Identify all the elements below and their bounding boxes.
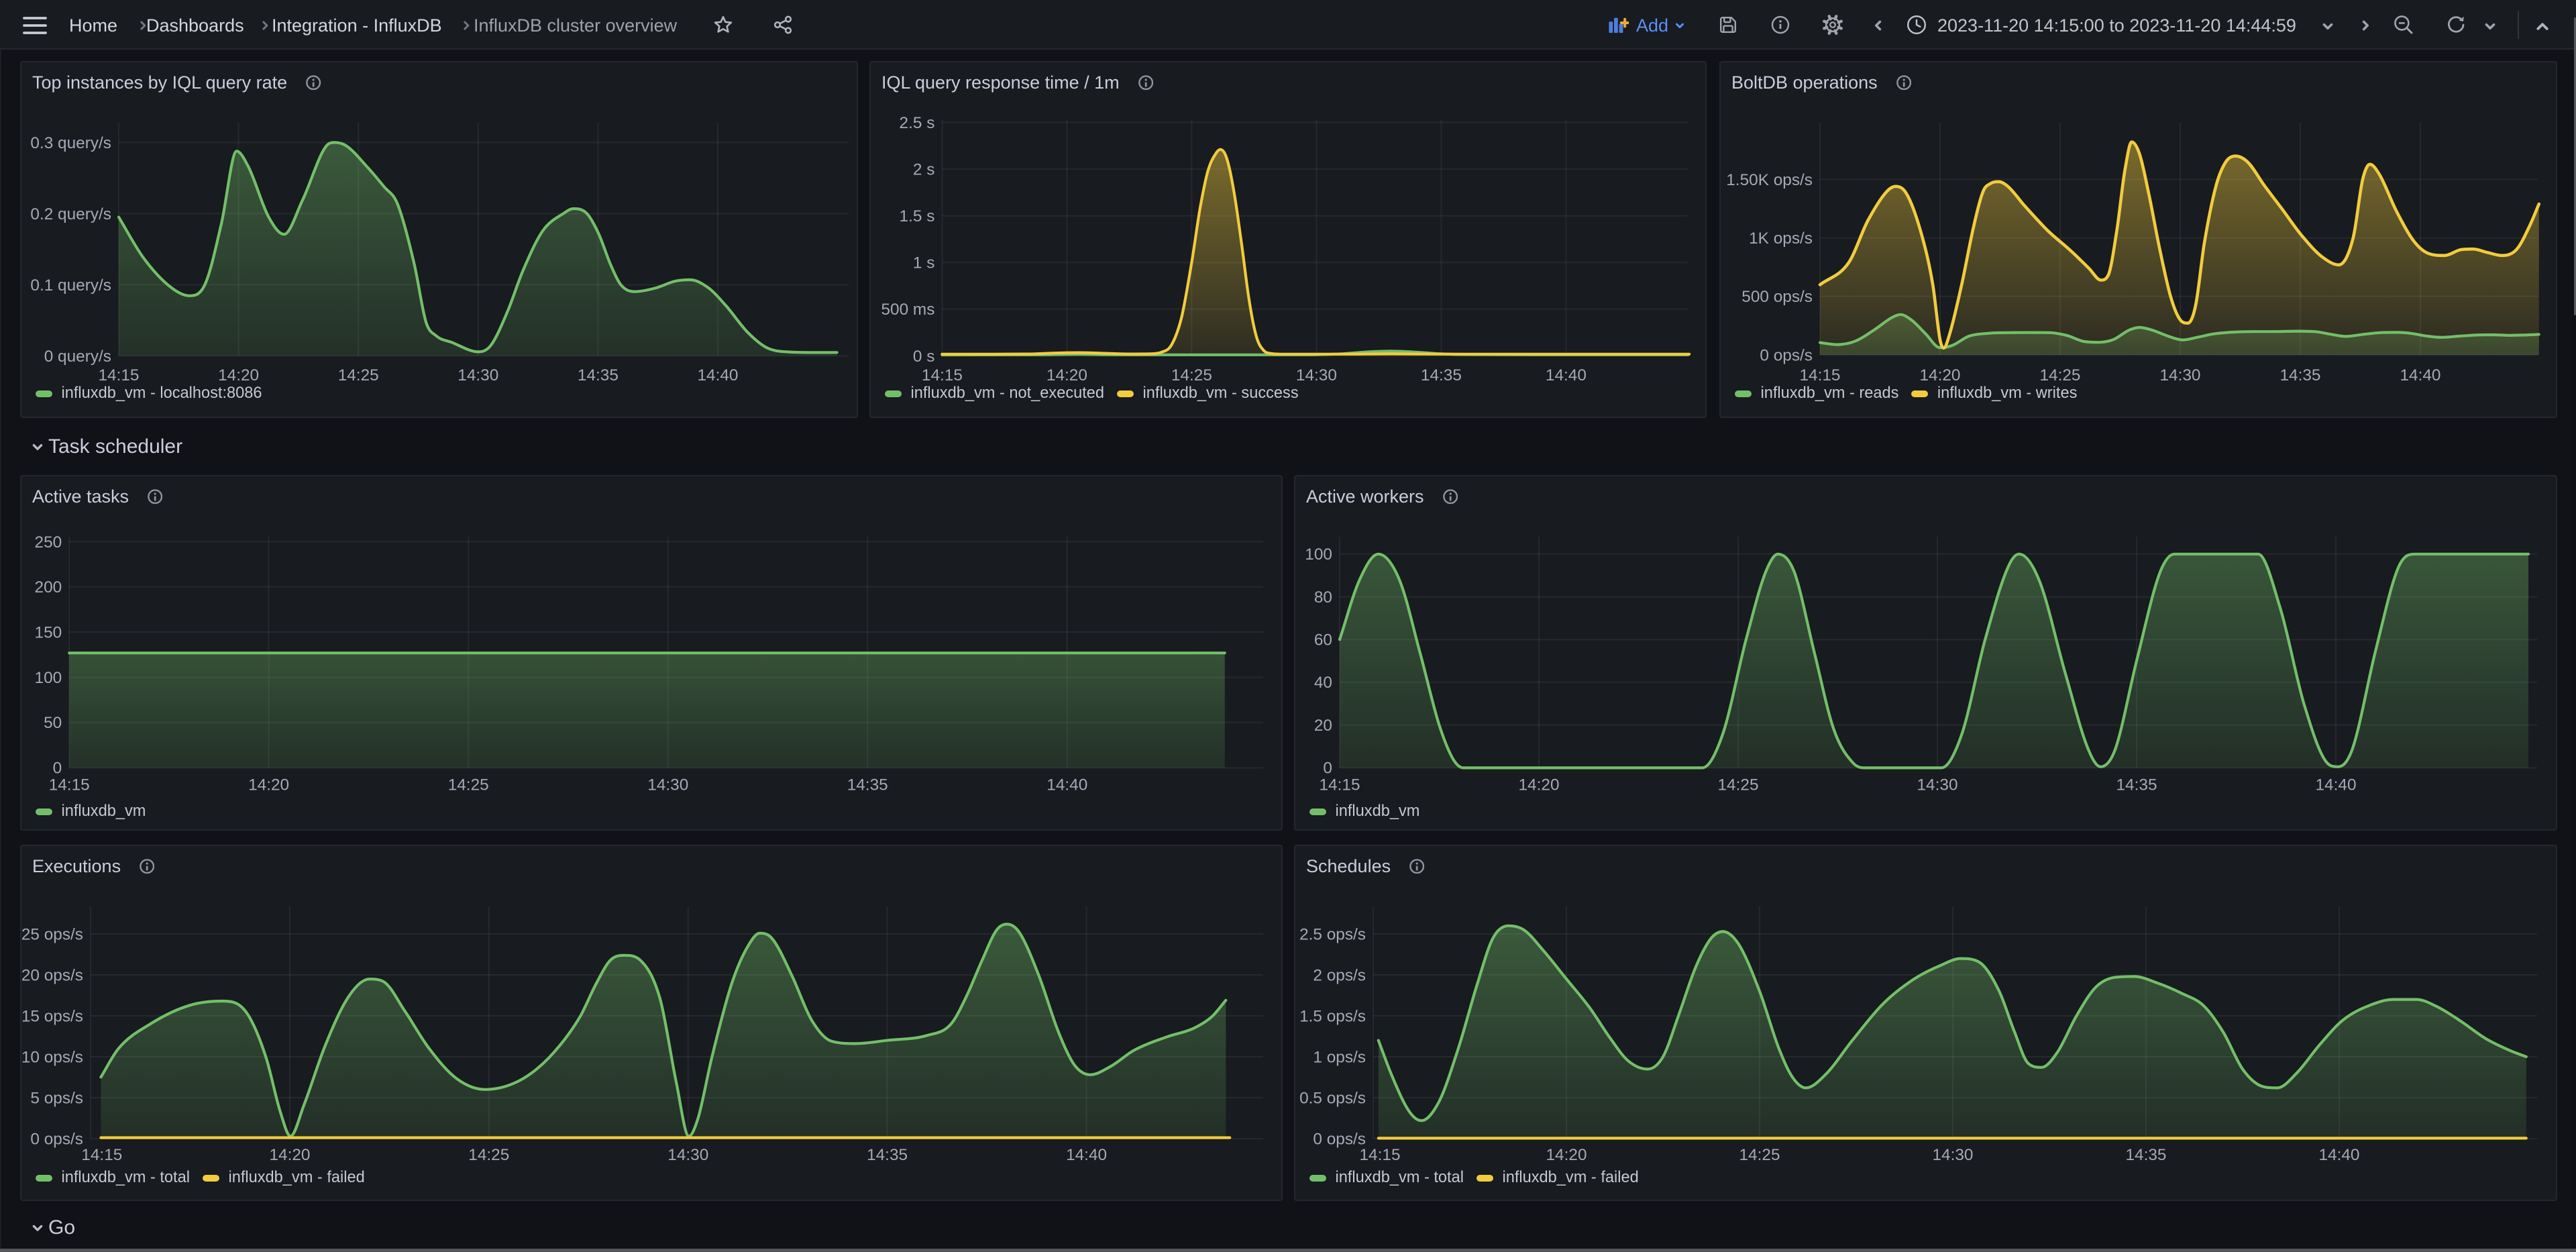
svg-text:14:35: 14:35	[2125, 1146, 2166, 1164]
svg-text:14:40: 14:40	[2315, 776, 2356, 794]
svg-text:14:40: 14:40	[2400, 366, 2440, 384]
svg-text:2.5 s: 2.5 s	[900, 114, 935, 132]
svg-text:15 ops/s: 15 ops/s	[21, 1007, 83, 1025]
svg-text:0 query/s: 0 query/s	[44, 348, 111, 366]
svg-text:20: 20	[1314, 717, 1332, 735]
svg-text:14:25: 14:25	[338, 366, 379, 384]
svg-text:14:20: 14:20	[1518, 776, 1559, 794]
svg-text:14:20: 14:20	[1046, 366, 1087, 384]
svg-text:14:30: 14:30	[458, 366, 498, 384]
svg-text:14:35: 14:35	[867, 1146, 908, 1164]
svg-text:25 ops/s: 25 ops/s	[21, 925, 83, 943]
svg-text:1.5 s: 1.5 s	[900, 207, 935, 225]
svg-text:14:30: 14:30	[1917, 776, 1957, 794]
svg-text:1.5 ops/s: 1.5 ops/s	[1299, 1007, 1366, 1025]
svg-text:14:15: 14:15	[1360, 1146, 1401, 1164]
svg-text:14:35: 14:35	[2116, 776, 2157, 794]
svg-text:14:15: 14:15	[49, 776, 90, 794]
svg-text:14:15: 14:15	[99, 366, 140, 384]
svg-text:0: 0	[53, 760, 62, 778]
svg-text:150: 150	[35, 624, 62, 642]
svg-text:2 ops/s: 2 ops/s	[1313, 966, 1366, 984]
svg-text:14:25: 14:25	[1739, 1146, 1780, 1164]
svg-text:1 s: 1 s	[913, 254, 935, 272]
svg-text:14:25: 14:25	[1171, 366, 1212, 384]
svg-text:14:40: 14:40	[2318, 1146, 2359, 1164]
svg-text:20 ops/s: 20 ops/s	[21, 966, 83, 984]
svg-text:5 ops/s: 5 ops/s	[30, 1089, 83, 1107]
svg-text:14:30: 14:30	[647, 776, 688, 794]
svg-text:14:35: 14:35	[578, 366, 619, 384]
svg-text:14:40: 14:40	[1046, 776, 1087, 794]
svg-text:14:20: 14:20	[1546, 1146, 1587, 1164]
svg-text:10 ops/s: 10 ops/s	[21, 1048, 83, 1066]
svg-text:14:40: 14:40	[1546, 366, 1587, 384]
svg-text:14:30: 14:30	[1296, 366, 1337, 384]
svg-text:0.1 query/s: 0.1 query/s	[30, 276, 111, 295]
svg-text:14:40: 14:40	[697, 366, 738, 384]
svg-text:14:20: 14:20	[218, 366, 259, 384]
svg-text:0 s: 0 s	[913, 348, 935, 366]
svg-text:14:35: 14:35	[847, 776, 888, 794]
svg-text:0: 0	[1323, 760, 1332, 778]
svg-text:14:40: 14:40	[1066, 1146, 1107, 1164]
svg-text:50: 50	[44, 714, 62, 732]
svg-text:2.5 ops/s: 2.5 ops/s	[1299, 925, 1366, 943]
svg-text:1 ops/s: 1 ops/s	[1313, 1048, 1366, 1066]
svg-text:14:15: 14:15	[81, 1146, 122, 1164]
svg-text:1.50K ops/s: 1.50K ops/s	[1726, 171, 1813, 189]
svg-text:2 s: 2 s	[913, 160, 935, 178]
svg-text:0.5 ops/s: 0.5 ops/s	[1299, 1089, 1366, 1107]
svg-text:14:25: 14:25	[448, 776, 489, 794]
svg-text:0.3 query/s: 0.3 query/s	[30, 134, 111, 152]
svg-text:14:30: 14:30	[1932, 1146, 1973, 1164]
svg-text:14:15: 14:15	[1800, 366, 1841, 384]
svg-text:0 ops/s: 0 ops/s	[1760, 346, 1813, 364]
svg-text:1K ops/s: 1K ops/s	[1749, 229, 1813, 248]
svg-text:14:35: 14:35	[2279, 366, 2320, 384]
svg-text:14:35: 14:35	[1421, 366, 1462, 384]
svg-text:14:30: 14:30	[2159, 366, 2200, 384]
svg-text:100: 100	[1305, 545, 1332, 564]
svg-text:200: 200	[35, 578, 62, 596]
svg-text:14:25: 14:25	[468, 1146, 509, 1164]
svg-text:14:15: 14:15	[1319, 776, 1360, 794]
svg-text:14:15: 14:15	[922, 366, 963, 384]
svg-text:100: 100	[35, 669, 62, 687]
svg-text:500 ops/s: 500 ops/s	[1741, 288, 1813, 306]
svg-text:14:20: 14:20	[248, 776, 289, 794]
svg-text:0 ops/s: 0 ops/s	[1313, 1130, 1366, 1148]
svg-text:500 ms: 500 ms	[881, 301, 934, 319]
svg-text:80: 80	[1314, 588, 1332, 607]
svg-text:60: 60	[1314, 631, 1332, 649]
svg-text:14:25: 14:25	[1717, 776, 1758, 794]
svg-text:0.2 query/s: 0.2 query/s	[30, 205, 111, 223]
svg-text:0 ops/s: 0 ops/s	[30, 1130, 83, 1148]
svg-text:14:30: 14:30	[667, 1146, 708, 1164]
svg-text:14:25: 14:25	[2040, 366, 2081, 384]
svg-text:250: 250	[35, 533, 62, 552]
svg-text:40: 40	[1314, 674, 1332, 692]
svg-text:14:20: 14:20	[270, 1146, 311, 1164]
svg-text:14:20: 14:20	[1920, 366, 1961, 384]
